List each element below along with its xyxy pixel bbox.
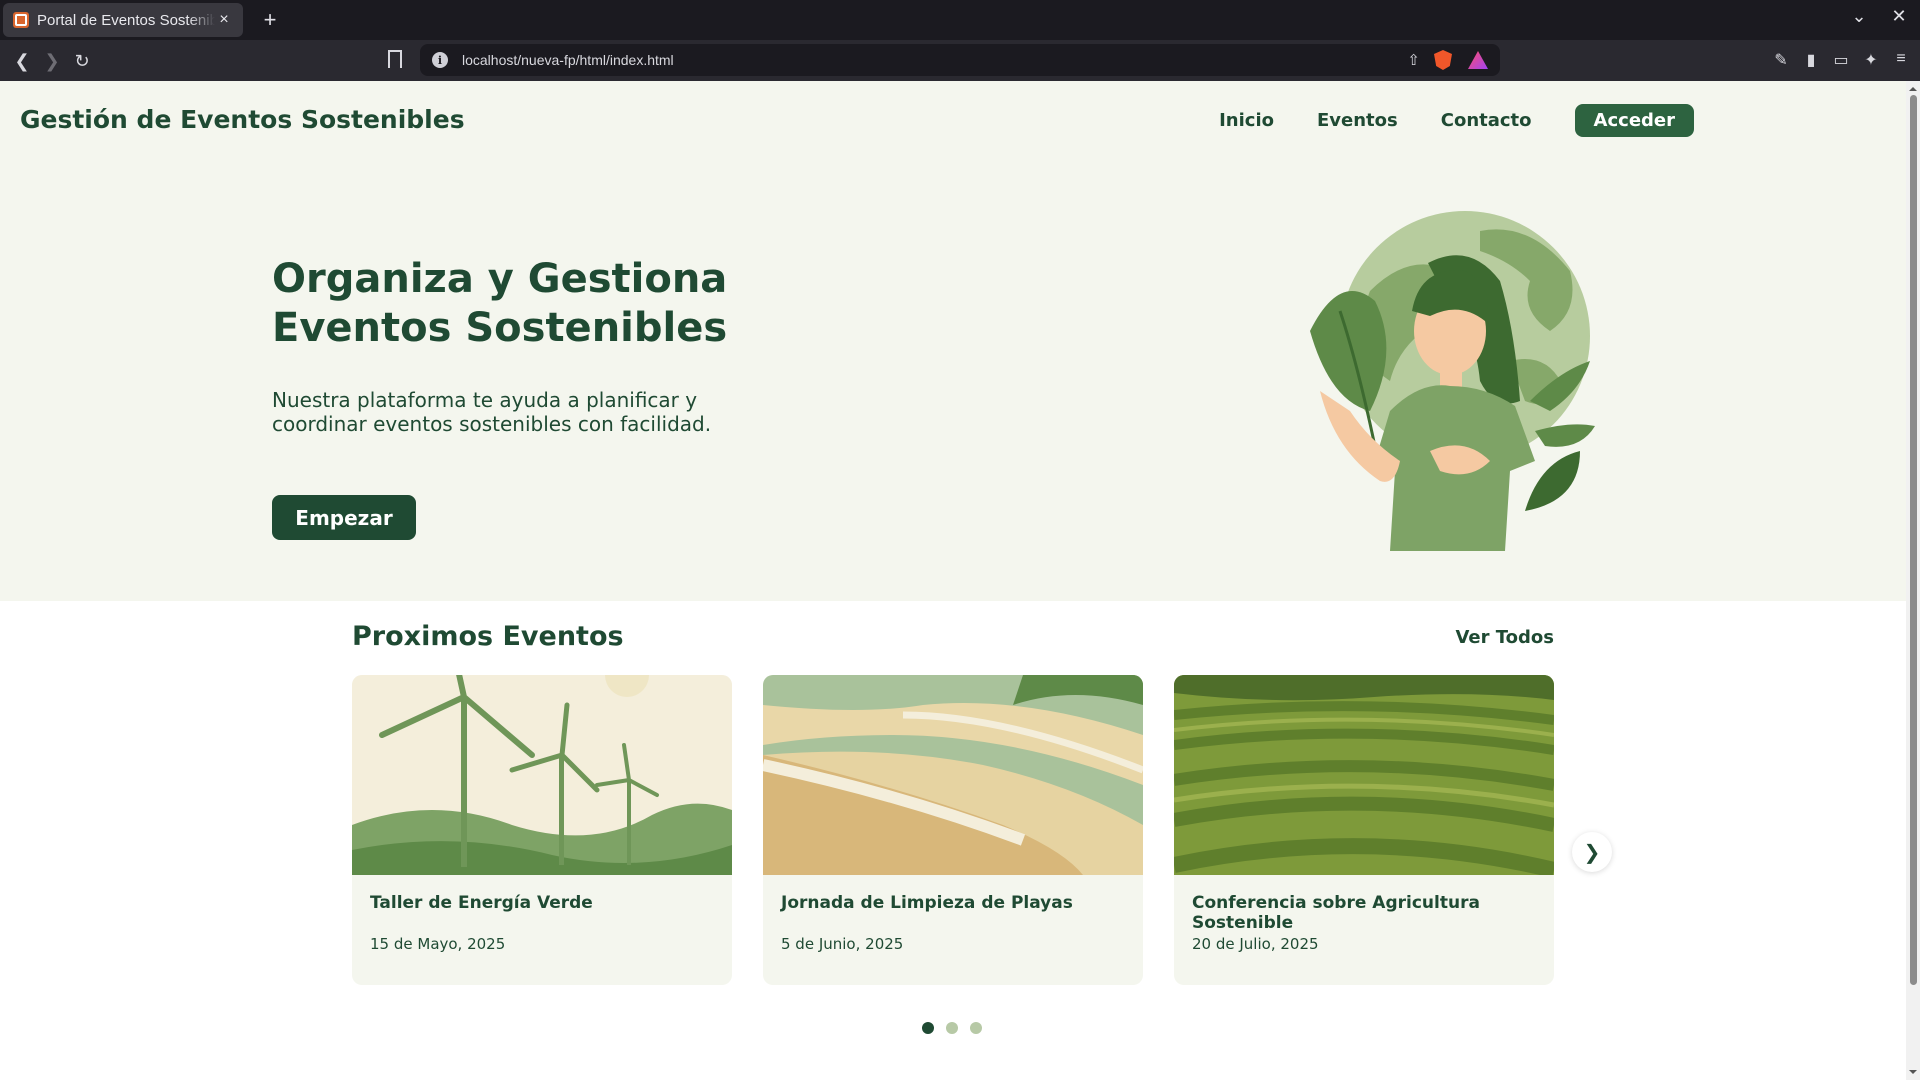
close-tab-icon[interactable]: × xyxy=(215,11,233,29)
notification-badge xyxy=(1482,51,1488,57)
event-date: 20 de Julio, 2025 xyxy=(1192,935,1319,953)
scroll-up-arrow-icon[interactable] xyxy=(1909,83,1917,91)
page-scrollbar[interactable] xyxy=(1906,81,1920,1080)
leo-ai-icon[interactable]: ✦ xyxy=(1862,50,1880,70)
extensions-icon[interactable]: ✎ xyxy=(1772,50,1790,70)
farm-fields-image xyxy=(1174,675,1554,875)
nav-link-eventos[interactable]: Eventos xyxy=(1317,110,1398,131)
url-text[interactable]: localhost/nueva-fp/html/index.html xyxy=(462,52,1407,68)
event-title: Taller de Energía Verde xyxy=(370,893,593,913)
browser-toolbar: ❮ ❯ ↻ i localhost/nueva-fp/html/index.ht… xyxy=(0,40,1920,81)
scroll-down-arrow-icon[interactable] xyxy=(1909,1070,1917,1078)
see-all-link[interactable]: Ver Todos xyxy=(1455,627,1554,648)
carousel-dots xyxy=(922,1022,982,1034)
login-button[interactable]: Acceder xyxy=(1574,104,1694,137)
event-title: Jornada de Limpieza de Playas xyxy=(781,893,1073,913)
site-title[interactable]: Gestión de Eventos Sostenibles xyxy=(20,105,465,134)
nav-link-contacto[interactable]: Contacto xyxy=(1441,110,1532,131)
browser-tab[interactable]: Portal de Eventos Sostenibles × xyxy=(3,3,243,37)
event-date: 15 de Mayo, 2025 xyxy=(370,935,506,953)
beach-image xyxy=(763,675,1143,875)
carousel-dot[interactable] xyxy=(922,1022,934,1034)
brave-shields-icon[interactable] xyxy=(1434,50,1452,70)
event-card[interactable]: Jornada de Limpieza de Playas 5 de Junio… xyxy=(763,675,1143,985)
hero-section: Gestión de Eventos Sostenibles Inicio Ev… xyxy=(0,81,1906,601)
brave-rewards-icon[interactable] xyxy=(1468,51,1488,69)
event-card[interactable]: Taller de Energía Verde 15 de Mayo, 2025 xyxy=(352,675,732,985)
carousel-next-button[interactable]: ❯ xyxy=(1572,832,1612,872)
wind-turbines-image xyxy=(352,675,732,875)
start-button[interactable]: Empezar xyxy=(272,495,416,540)
browser-tab-bar: Portal de Eventos Sostenibles × + ⌄ ✕ xyxy=(0,0,1920,40)
back-icon[interactable]: ❮ xyxy=(10,49,34,73)
menu-icon[interactable]: ≡ xyxy=(1892,50,1910,70)
scrollbar-thumb[interactable] xyxy=(1910,95,1917,985)
event-card[interactable]: Conferencia sobre Agricultura Sostenible… xyxy=(1174,675,1554,985)
carousel-dot[interactable] xyxy=(970,1022,982,1034)
sidebar-icon[interactable]: ▮ xyxy=(1802,50,1820,70)
address-bar[interactable]: i localhost/nueva-fp/html/index.html ⇧ xyxy=(420,44,1500,76)
wallet-icon[interactable]: ▭ xyxy=(1832,50,1850,70)
nav-link-inicio[interactable]: Inicio xyxy=(1219,110,1274,131)
site-favicon-icon xyxy=(13,12,29,28)
tab-title: Portal de Eventos Sostenibles xyxy=(37,11,215,29)
hero-heading: Organiza y Gestiona Eventos Sostenibles xyxy=(272,256,728,351)
event-date: 5 de Junio, 2025 xyxy=(781,935,904,953)
forward-icon[interactable]: ❯ xyxy=(40,49,64,73)
main-nav: Inicio Eventos Contacto Acceder xyxy=(1219,104,1694,137)
reload-icon[interactable]: ↻ xyxy=(70,49,94,73)
event-title: Conferencia sobre Agricultura Sostenible xyxy=(1192,893,1480,933)
new-tab-button[interactable]: + xyxy=(256,6,284,34)
hero-illustration xyxy=(1310,211,1595,551)
site-info-icon[interactable]: i xyxy=(432,52,448,68)
bookmark-icon[interactable] xyxy=(388,50,402,68)
share-icon[interactable]: ⇧ xyxy=(1407,51,1420,69)
close-window-icon[interactable]: ✕ xyxy=(1888,6,1910,27)
carousel-dot[interactable] xyxy=(946,1022,958,1034)
events-title: Proximos Eventos xyxy=(352,621,624,652)
hero-text: Nuestra plataforma te ayuda a planificar… xyxy=(272,388,712,436)
tab-list-icon[interactable]: ⌄ xyxy=(1848,6,1870,27)
web-page: Gestión de Eventos Sostenibles Inicio Ev… xyxy=(0,81,1906,1080)
